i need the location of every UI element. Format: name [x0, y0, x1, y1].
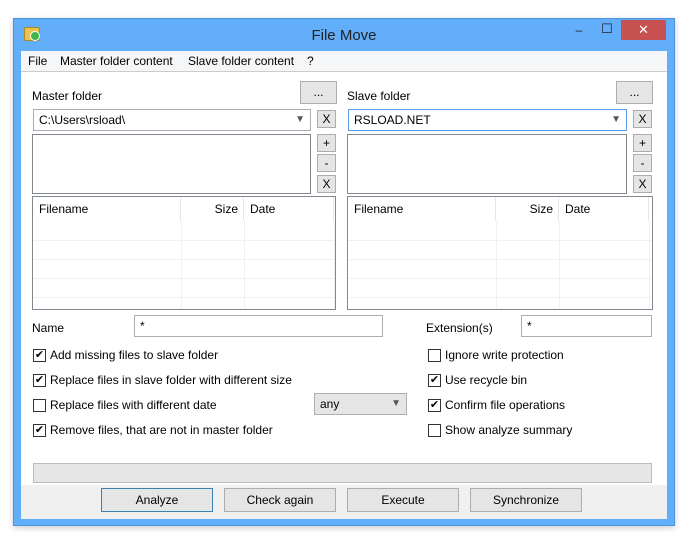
- option-checkbox-options_right-0[interactable]: Ignore write protection: [428, 348, 564, 362]
- option-label: Use recycle bin: [445, 373, 528, 387]
- master-clear-button[interactable]: X: [317, 110, 336, 128]
- name-label: Name: [32, 321, 65, 335]
- master-file-grid[interactable]: Filename Size Date: [32, 196, 336, 310]
- menu-file[interactable]: File: [28, 54, 47, 68]
- chevron-down-icon: ▼: [391, 398, 401, 409]
- checkmark-icon[interactable]: ✔: [33, 373, 46, 387]
- option-label: Confirm file operations: [445, 398, 566, 412]
- slave-folder-combo[interactable]: RSLOAD.NET ▼: [348, 109, 627, 131]
- master-folder-label: Master folder: [32, 89, 103, 103]
- synchronize-button[interactable]: Synchronize: [470, 488, 582, 512]
- column-date[interactable]: Date: [244, 197, 334, 221]
- column-filename[interactable]: Filename: [348, 197, 496, 221]
- checkbox-empty[interactable]: [428, 423, 441, 437]
- close-button[interactable]: ✕: [621, 20, 666, 40]
- option-checkbox-options_left-0[interactable]: ✔ Add missing files to slave folder: [33, 348, 218, 362]
- slave-add-button[interactable]: +: [633, 134, 652, 152]
- menu-slave-folder-content[interactable]: Slave folder content: [188, 54, 294, 68]
- date-mode-value: any: [320, 397, 340, 411]
- slave-folder-label: Slave folder: [347, 89, 411, 103]
- checkmark-icon[interactable]: ✔: [33, 423, 46, 437]
- master-add-button[interactable]: +: [317, 134, 336, 152]
- option-checkbox-options_right-3[interactable]: Show analyze summary: [428, 423, 572, 437]
- button-bar: Analyze Check again Execute Synchronize: [21, 485, 667, 519]
- checkmark-icon[interactable]: ✔: [428, 398, 441, 412]
- client-area: File Master folder content Slave folder …: [21, 51, 667, 519]
- master-folder-value: C:\Users\rsload\: [39, 113, 126, 127]
- checkmark-icon[interactable]: ✔: [33, 348, 46, 362]
- extension-input[interactable]: [521, 315, 652, 337]
- option-label: Ignore write protection: [445, 348, 564, 362]
- option-checkbox-options_left-1[interactable]: ✔ Replace files in slave folder with diff…: [33, 373, 292, 387]
- chevron-down-icon: ▼: [295, 114, 305, 125]
- analyze-button[interactable]: Analyze: [101, 488, 213, 512]
- checkbox-empty[interactable]: [33, 398, 46, 412]
- execute-button[interactable]: Execute: [347, 488, 459, 512]
- column-filename[interactable]: Filename: [33, 197, 181, 221]
- slave-file-grid[interactable]: Filename Size Date: [347, 196, 653, 310]
- slave-clear-button[interactable]: X: [633, 110, 652, 128]
- menu-bar: File Master folder content Slave folder …: [21, 51, 667, 72]
- option-label: Add missing files to slave folder: [50, 348, 219, 362]
- master-remove-button[interactable]: -: [317, 154, 336, 172]
- checkbox-empty[interactable]: [428, 348, 441, 362]
- option-label: Replace files with different date: [50, 398, 217, 412]
- slave-folder-value: RSLOAD.NET: [354, 113, 431, 127]
- minimize-button[interactable]: –: [566, 23, 592, 43]
- menu-help[interactable]: ?: [307, 54, 314, 68]
- name-input[interactable]: [134, 315, 383, 337]
- extension-label: Extension(s): [426, 321, 493, 335]
- master-browse-button[interactable]: ...: [300, 81, 337, 104]
- option-label: Replace files in slave folder with diffe…: [50, 373, 292, 387]
- slave-folder-list[interactable]: [347, 134, 627, 194]
- column-size[interactable]: Size: [181, 197, 244, 221]
- slave-browse-button[interactable]: ...: [616, 81, 653, 104]
- date-mode-select[interactable]: any ▼: [314, 393, 407, 415]
- menu-master-folder-content[interactable]: Master folder content: [60, 54, 173, 68]
- master-folder-combo[interactable]: C:\Users\rsload\ ▼: [33, 109, 311, 131]
- maximize-button[interactable]: ☐: [594, 21, 620, 41]
- master-folder-list[interactable]: [32, 134, 311, 194]
- master-clear-list-button[interactable]: X: [317, 175, 336, 193]
- column-size[interactable]: Size: [496, 197, 559, 221]
- option-checkbox-options_left-3[interactable]: ✔ Remove files, that are not in master fo…: [33, 423, 273, 437]
- column-date[interactable]: Date: [559, 197, 649, 221]
- main-window: File Move – ☐ ✕ File Master folder conte…: [13, 18, 675, 526]
- option-checkbox-options_right-2[interactable]: ✔ Confirm file operations: [428, 398, 565, 412]
- option-label: Show analyze summary: [445, 423, 573, 437]
- slave-remove-button[interactable]: -: [633, 154, 652, 172]
- option-checkbox-options_left-2[interactable]: Replace files with different date: [33, 398, 217, 412]
- chevron-down-icon: ▼: [611, 114, 621, 125]
- slave-clear-list-button[interactable]: X: [633, 175, 652, 193]
- option-label: Remove files, that are not in master fol…: [50, 423, 273, 437]
- progress-bar: [33, 463, 652, 483]
- option-checkbox-options_right-1[interactable]: ✔ Use recycle bin: [428, 373, 527, 387]
- check-again-button[interactable]: Check again: [224, 488, 336, 512]
- checkmark-icon[interactable]: ✔: [428, 373, 441, 387]
